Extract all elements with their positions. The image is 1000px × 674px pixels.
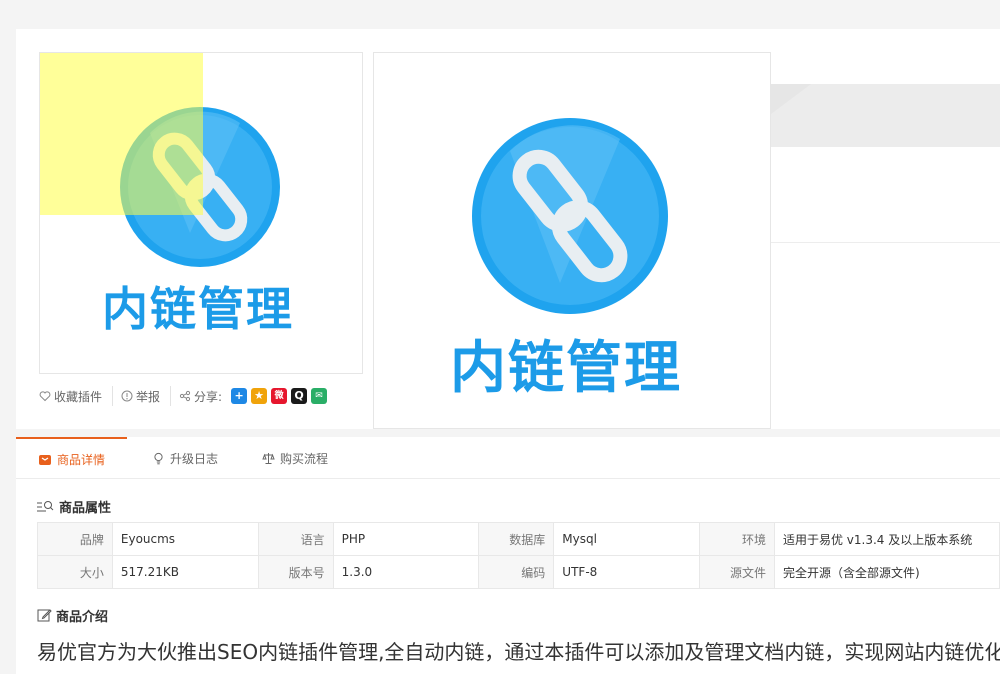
attributes-table: 品牌 Eyoucms 语言 PHP 数据库 Mysql 环境 适用于易优 v1.… <box>37 522 1000 589</box>
bulb-icon <box>154 452 163 464</box>
scale-icon <box>262 452 275 464</box>
report-label: 举报 <box>136 389 161 404</box>
share-icon <box>179 390 191 402</box>
search-list-icon <box>37 500 54 511</box>
attr-key: 品牌 <box>37 522 113 556</box>
qzone-icon[interactable]: + <box>231 388 248 404</box>
share-label: 分享: <box>194 389 223 404</box>
favorite-label: 收藏插件 <box>54 389 103 404</box>
attr-key: 版本号 <box>257 555 334 589</box>
tab-product-details-label: 商品详情 <box>56 452 105 467</box>
tab-upgrade-log[interactable]: 升级日志 <box>152 437 218 479</box>
report-button[interactable]: 举报 <box>121 386 172 406</box>
weibo-icon[interactable]: 微 <box>271 388 288 404</box>
table-row: 大小 517.21KB 版本号 1.3.0 编码 UTF-8 源文件 完全开源（… <box>37 555 1000 589</box>
tab-purchase-flow[interactable]: 购买流程 <box>262 437 328 479</box>
attr-value: 1.3.0 <box>332 555 480 589</box>
tab-upgrade-log-label: 升级日志 <box>170 451 219 466</box>
product-main-image: 内链管理 <box>373 52 771 429</box>
attr-value: 517.21KB <box>111 555 259 589</box>
attr-key: 大小 <box>37 555 113 589</box>
tab-product-details[interactable]: 商品详情 <box>16 437 127 479</box>
info-panel-band-accent <box>771 84 811 114</box>
thumbnail-logo-text: 内链管理 <box>102 282 294 336</box>
attr-key: 编码 <box>478 555 555 589</box>
qq-icon[interactable]: Q <box>291 388 308 404</box>
tab-purchase-flow-label: 购买流程 <box>280 451 329 466</box>
attributes-title-label: 商品属性 <box>59 501 112 516</box>
attr-key: 数据库 <box>478 522 555 556</box>
bag-icon <box>38 455 51 465</box>
attr-value: PHP <box>332 522 480 556</box>
divider <box>771 242 1000 243</box>
table-row: 品牌 Eyoucms 语言 PHP 数据库 Mysql 环境 适用于易优 v1.… <box>37 522 1000 556</box>
weibo-glyph: 微 <box>274 391 284 401</box>
qq-glyph: Q <box>294 389 304 402</box>
edit-icon <box>37 609 52 622</box>
attr-key: 源文件 <box>699 555 775 589</box>
attr-value: 完全开源（含全部源文件) <box>773 555 1000 589</box>
main-logo-text: 内链管理 <box>450 336 682 401</box>
attributes-title: 商品属性 <box>37 497 111 516</box>
attr-value: UTF-8 <box>553 555 701 589</box>
qzone-glyph: + <box>234 389 244 402</box>
product-actions: 收藏插件 举报 分享: + ★ 微 Q ✉ <box>39 386 345 406</box>
share-icons: + ★ 微 Q ✉ <box>231 388 328 404</box>
intro-title-label: 商品介绍 <box>56 610 109 625</box>
heart-icon <box>39 391 51 402</box>
qq-space-glyph: ★ <box>254 389 265 402</box>
intro-text: 易优官方为大伙推出SEO内链插件管理,全自动内链，通过本插件可以添加及管理文档内… <box>37 640 1000 664</box>
qq-space-icon[interactable]: ★ <box>251 388 268 404</box>
product-thumbnail[interactable]: 内链管理 <box>39 52 363 374</box>
thumbnail-hover-highlight <box>40 53 203 215</box>
attr-value: 适用于易优 v1.3.4 及以上版本系统 <box>773 522 1000 556</box>
attr-key: 语言 <box>257 522 334 556</box>
attr-value: Eyoucms <box>111 522 259 556</box>
wechat-glyph: ✉ <box>315 391 323 401</box>
alert-icon <box>121 390 133 402</box>
attr-value: Mysql <box>553 522 701 556</box>
wechat-icon[interactable]: ✉ <box>311 388 328 404</box>
intro-title: 商品介绍 <box>37 606 108 625</box>
favorite-button[interactable]: 收藏插件 <box>39 386 114 406</box>
share-group: 分享: + ★ 微 Q ✉ <box>179 386 337 406</box>
detail-tabs: 商品详情 升级日志 购买流程 <box>16 437 1000 479</box>
attr-key: 环境 <box>699 522 775 556</box>
